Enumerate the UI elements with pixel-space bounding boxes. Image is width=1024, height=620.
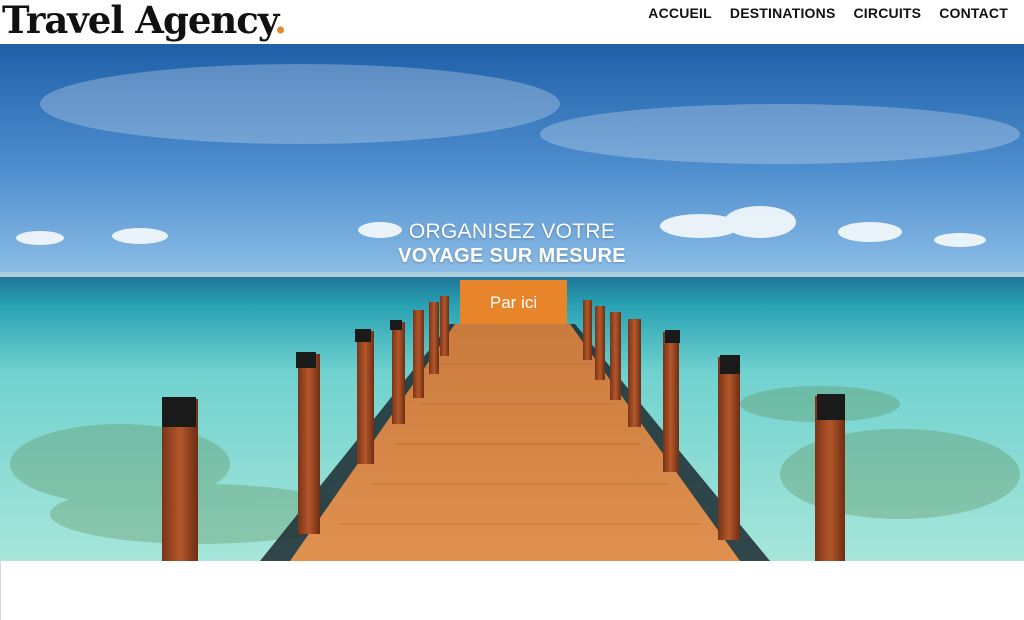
logo-dot: . <box>274 0 287 42</box>
nav-item-destinations[interactable]: DESTINATIONS <box>730 5 836 21</box>
site-header: Travel Agency. ACCUEIL DESTINATIONS CIRC… <box>0 0 1024 44</box>
hero-title: ORGANISEZ VOTRE VOYAGE SUR MESURE <box>0 220 1024 268</box>
main-nav: ACCUEIL DESTINATIONS CIRCUITS CONTACT <box>648 5 1008 21</box>
nav-item-accueil[interactable]: ACCUEIL <box>648 5 712 21</box>
cta-button[interactable]: Par ici <box>460 280 567 324</box>
hero-title-line1: ORGANISEZ VOTRE <box>408 220 616 243</box>
nav-item-circuits[interactable]: CIRCUITS <box>853 5 921 21</box>
hero-title-line2: VOYAGE SUR MESURE <box>398 245 626 267</box>
nav-item-contact[interactable]: CONTACT <box>939 5 1008 21</box>
page-content-area <box>0 561 1024 620</box>
logo-text: Travel Agency <box>2 0 275 42</box>
site-logo[interactable]: Travel Agency. <box>2 0 287 44</box>
